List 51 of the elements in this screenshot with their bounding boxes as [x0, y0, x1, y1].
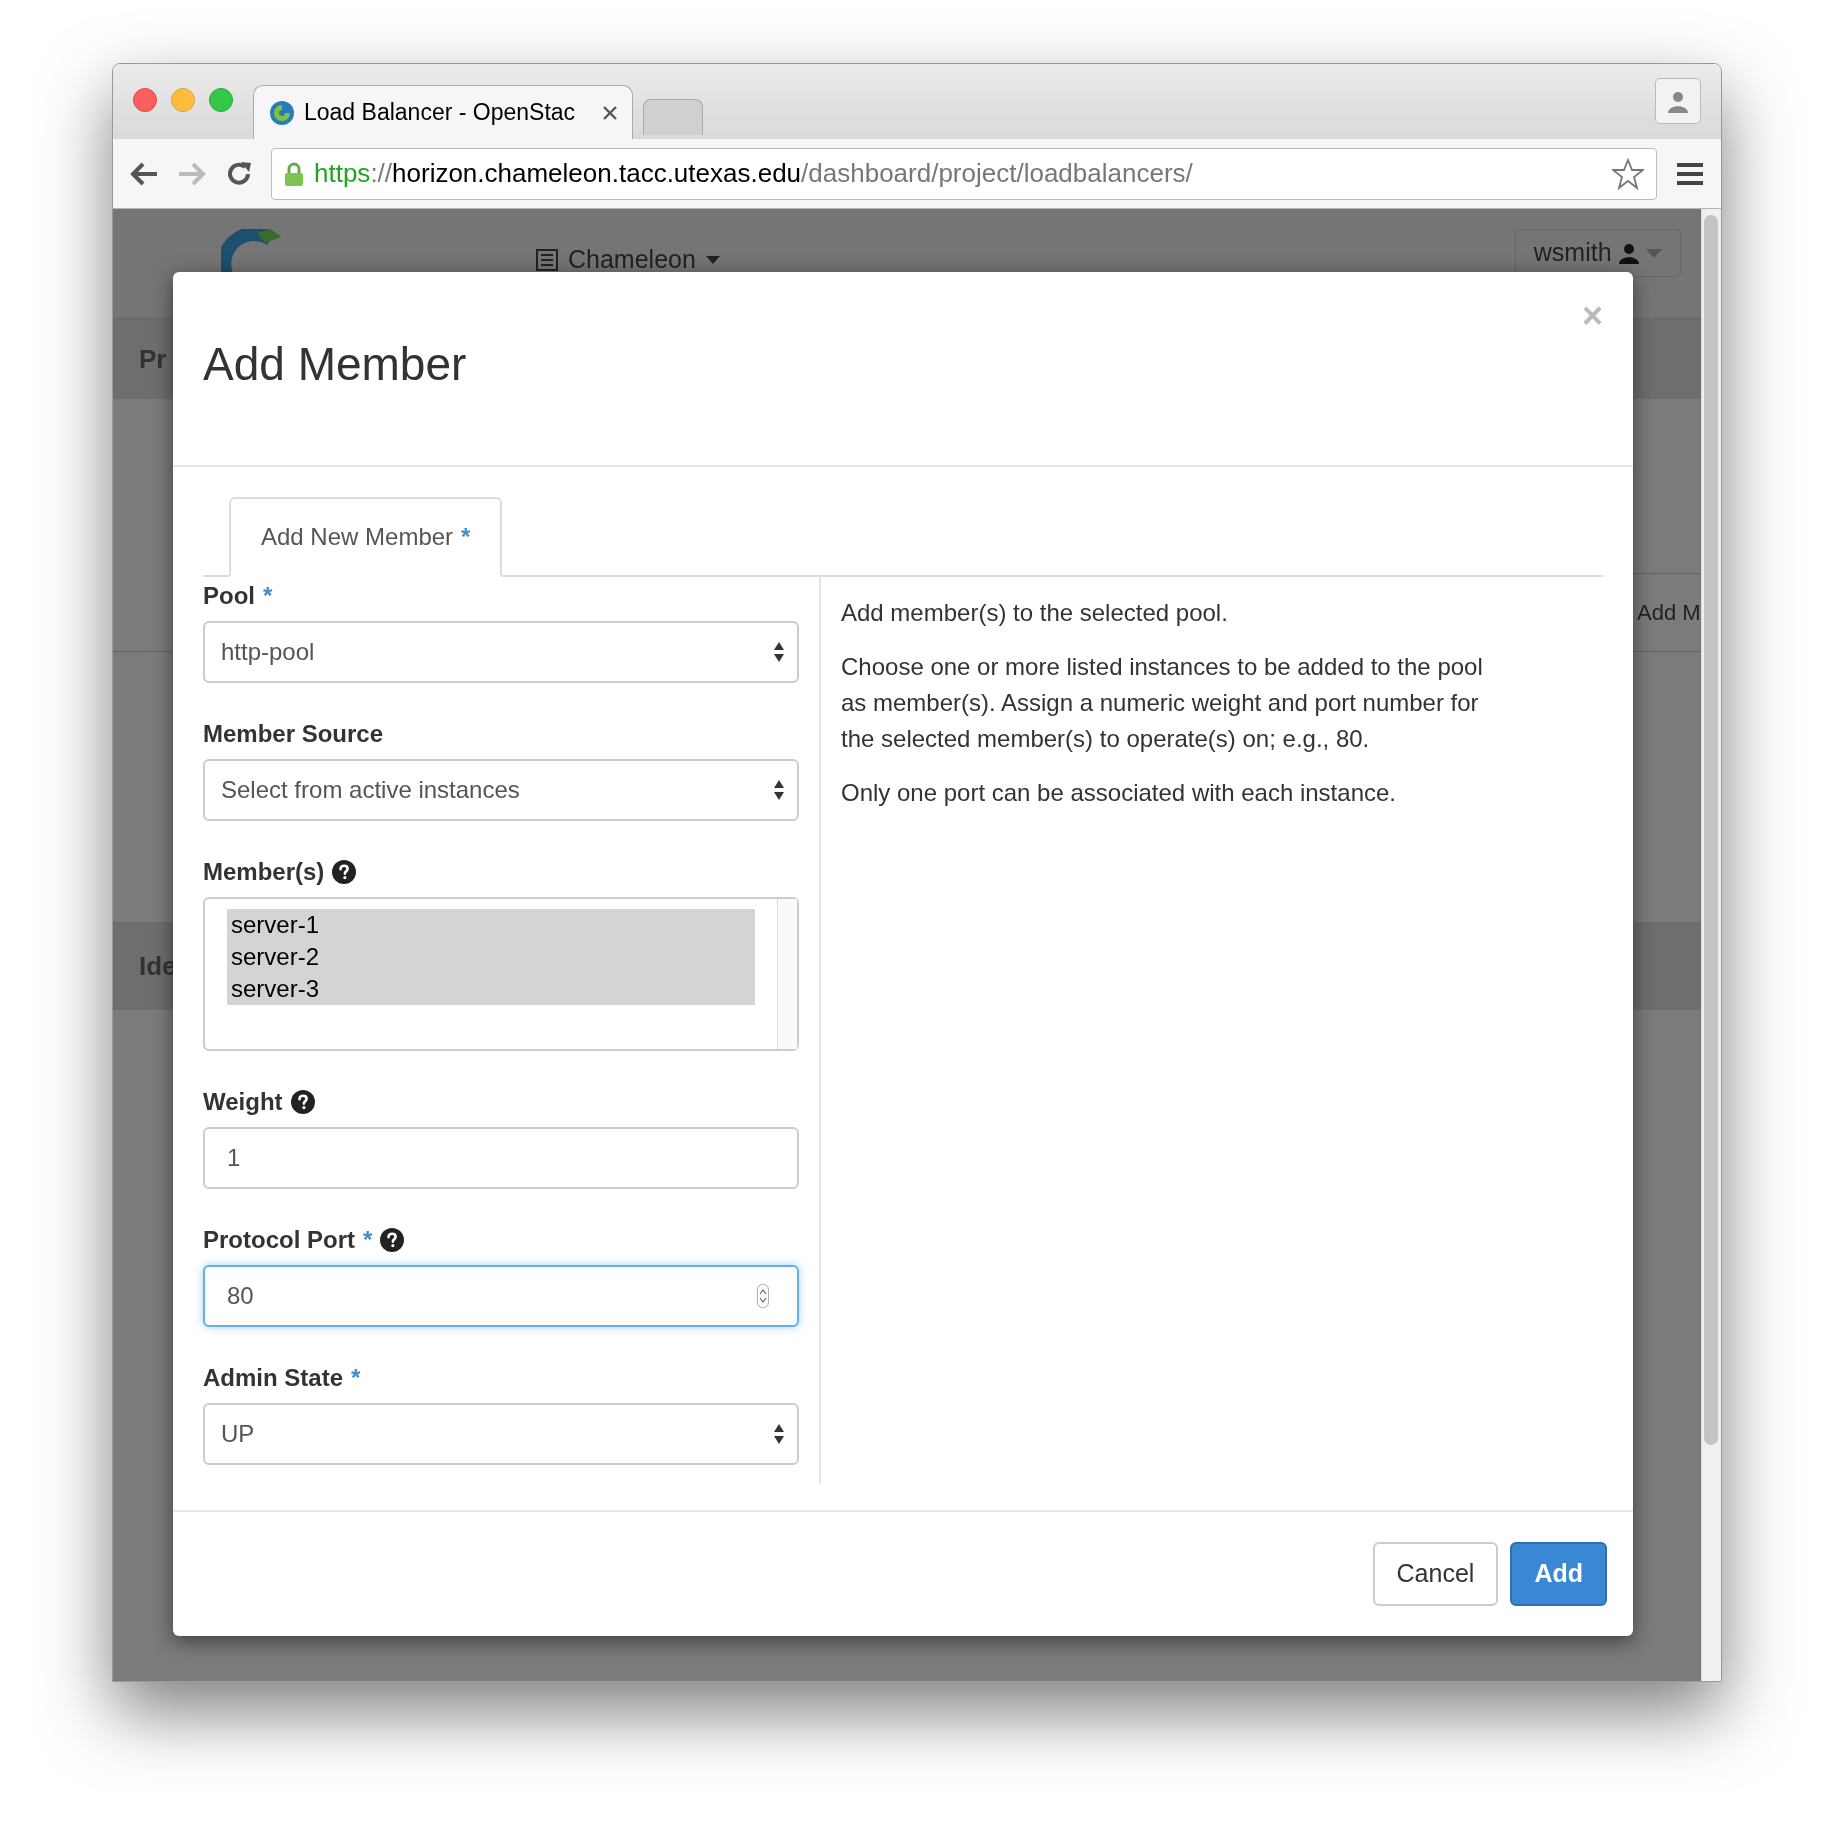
profile-button[interactable] — [1655, 77, 1701, 124]
required-mark: * — [351, 1363, 361, 1393]
help-text: Only one port can be associated with each instance. — [841, 778, 1397, 808]
star-icon[interactable] — [1612, 157, 1644, 190]
spinner-icon[interactable] — [757, 1284, 769, 1308]
help-icon[interactable] — [380, 1228, 405, 1252]
number-input-field[interactable]: 80 — [203, 1265, 799, 1327]
select-field[interactable]: UP — [203, 1403, 799, 1465]
list-option[interactable]: server-3 — [227, 973, 755, 1005]
select-arrows-icon — [773, 1423, 785, 1445]
caret-icon — [705, 255, 720, 264]
help-icon[interactable] — [332, 860, 357, 884]
scrollbar-thumb[interactable] — [1704, 215, 1719, 1445]
field-label: Weight — [203, 1087, 283, 1117]
swirl-logo-icon — [268, 98, 296, 127]
form-tab[interactable]: Add New Member * — [229, 497, 503, 577]
list-option[interactable]: server-1 — [227, 909, 755, 941]
help-icon[interactable] — [290, 1090, 315, 1114]
field-label: Protocol Port — [203, 1225, 355, 1255]
select-field[interactable]: Select from active instances — [203, 759, 799, 821]
field-label: Pool — [203, 581, 255, 611]
field-label: Admin State — [203, 1363, 343, 1393]
action-text: Add M — [1637, 599, 1701, 627]
required-mark: * — [263, 581, 273, 611]
menu-icon[interactable] — [1675, 160, 1705, 187]
browser-tab[interactable]: Load Balancer - OpenStac — [253, 85, 633, 139]
list-option[interactable]: server-2 — [227, 941, 755, 973]
multi-select-list[interactable]: server-1 server-2 server-3 — [203, 897, 799, 1051]
input-field[interactable]: 1 — [203, 1127, 799, 1189]
list-icon — [536, 248, 558, 271]
address-bar[interactable]: https://horizon.chameleon.tacc.utexas.edu/dashboard/project/loadbalancers/ — [271, 147, 1657, 200]
url-text: https://horizon.chameleon.tacc.utexas.edu/dashboard/project/loadbalancers/ — [314, 157, 1194, 190]
modal-title: Add Member — [203, 337, 467, 392]
required-mark: * — [363, 1225, 373, 1255]
back-arrow-icon[interactable] — [129, 160, 159, 187]
lock-icon — [284, 160, 304, 187]
reload-icon[interactable] — [225, 159, 253, 188]
add-button[interactable]: Add — [1510, 1542, 1607, 1606]
field-label: Member(s) — [203, 857, 325, 887]
select-field[interactable]: http-pool — [203, 621, 799, 683]
section-heading: Pr — [139, 342, 167, 376]
close-window-icon[interactable] — [133, 87, 157, 112]
select-arrows-icon — [773, 779, 785, 801]
close-icon[interactable] — [602, 104, 618, 121]
help-text: Choose one or more listed instances to be added to the pool as member(s). Assign a numeric weight and port number for the selected member(s) to operate(s) on; e.g., 80. — [841, 652, 1484, 754]
help-text: Add member(s) to the selected pool. — [841, 598, 1229, 628]
field-label: Member Source — [203, 719, 384, 749]
select-arrows-icon — [773, 641, 785, 663]
caret-icon — [1645, 248, 1662, 258]
person-icon — [1617, 242, 1640, 264]
cancel-button[interactable]: Cancel — [1372, 1542, 1499, 1606]
